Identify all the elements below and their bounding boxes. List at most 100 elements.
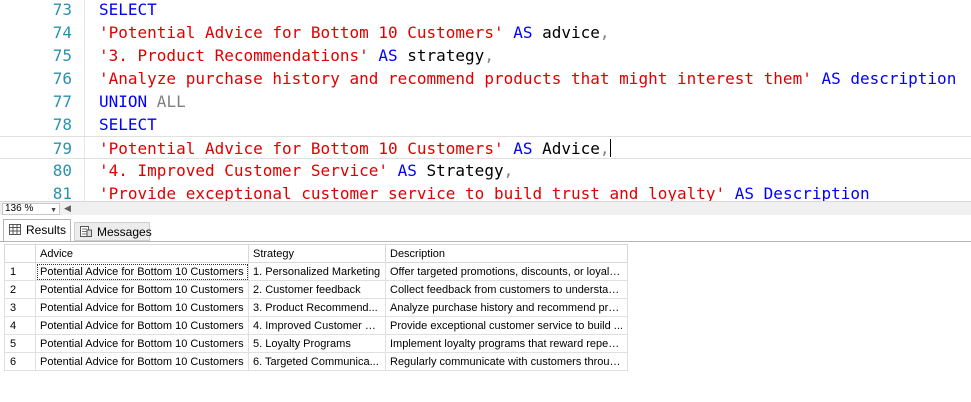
code-token: AS <box>503 23 543 42</box>
grid-header-row: Advice Strategy Description <box>4 244 628 263</box>
code-line[interactable]: 80 '4. Improved Customer Service' AS Stra… <box>0 159 971 182</box>
cell-advice[interactable]: Potential Advice for Bottom 10 Customers <box>35 280 249 299</box>
chevron-down-icon[interactable]: ▼ <box>50 206 57 216</box>
cell-advice[interactable]: Potential Advice for Bottom 10 Customers <box>35 298 249 317</box>
code-token: advice <box>542 23 600 42</box>
code-token: strategy <box>407 46 485 65</box>
code-text: SELECT <box>99 113 157 136</box>
row-number[interactable]: 4 <box>4 316 36 335</box>
row-number[interactable]: 1 <box>4 262 36 281</box>
code-text: UNION ALL <box>99 90 186 113</box>
code-text: 'Analyze purchase history and recommend … <box>99 67 956 90</box>
code-token: , <box>599 23 610 42</box>
cell-strategy[interactable]: 2. Customer feedback <box>248 280 386 299</box>
code-token: Advice <box>542 139 600 158</box>
code-token: 'Analyze purchase history and recommend … <box>99 69 812 88</box>
cell-description[interactable]: Regularly communicate with customers thr… <box>385 352 628 371</box>
code-text: 'Provide exceptional customer service to… <box>99 182 870 201</box>
line-number: 79 <box>52 139 72 158</box>
tab-messages-label: Messages <box>97 225 152 239</box>
code-token: , <box>484 46 494 65</box>
column-header-advice[interactable]: Advice <box>35 244 249 263</box>
table-row: 2 Potential Advice for Bottom 10 Custome… <box>4 280 628 299</box>
table-row: 6 Potential Advice for Bottom 10 Custome… <box>4 352 628 371</box>
cell-description[interactable]: Provide exceptional customer service to … <box>385 316 628 335</box>
code-text: SELECT <box>99 0 157 21</box>
cell-advice[interactable]: Potential Advice for Bottom 10 Customers <box>35 316 249 335</box>
code-line[interactable]: 77 UNION ALL <box>0 90 971 113</box>
code-token: 'Provide exceptional customer service to… <box>99 184 726 201</box>
cell-strategy[interactable]: 6. Targeted Communica... <box>248 352 386 371</box>
code-token: Strategy <box>426 161 504 180</box>
sql-editor[interactable]: 73 SELECT 74 'Potential Advice for Bottom 1… <box>0 0 971 201</box>
text-caret <box>609 139 611 157</box>
code-token: SELECT <box>99 0 157 19</box>
cell-description[interactable]: Implement loyalty programs that reward r… <box>385 334 628 353</box>
cell-advice[interactable]: Potential Advice for Bottom 10 Customers <box>35 352 249 371</box>
cell-advice[interactable]: Potential Advice for Bottom 10 Customers <box>35 262 249 281</box>
row-number[interactable]: 2 <box>4 280 36 299</box>
cell-description[interactable]: Analyze purchase history and recommend p… <box>385 298 628 317</box>
tab-messages[interactable]: Messages <box>74 222 152 241</box>
line-number: 74 <box>52 23 72 42</box>
cell-description[interactable]: Collect feedback from customers to under… <box>385 280 628 299</box>
code-token: AS <box>503 139 543 158</box>
code-token: AS <box>368 46 408 65</box>
line-number: 78 <box>52 115 72 134</box>
messages-icon <box>80 226 92 237</box>
table-row: 3 Potential Advice for Bottom 10 Custome… <box>4 298 628 317</box>
code-token: , <box>503 161 514 180</box>
line-number: 81 <box>52 184 72 201</box>
code-line[interactable]: 79 'Potential Advice for Bottom 10 Custom… <box>0 136 971 159</box>
results-grid: Advice Strategy Description 1 Potential … <box>4 244 628 371</box>
results-grid-pane: Advice Strategy Description 1 Potential … <box>0 241 971 402</box>
code-token: ALL <box>147 92 186 111</box>
scroll-left-icon[interactable]: ◀ <box>64 203 71 214</box>
tab-results-label: Results <box>26 223 67 237</box>
line-number: 75 <box>52 46 72 65</box>
code-token: AS <box>387 161 427 180</box>
code-token: , <box>599 139 610 158</box>
table-row: 1 Potential Advice for Bottom 10 Custome… <box>4 262 628 281</box>
line-number: 73 <box>52 0 72 19</box>
cell-advice[interactable]: Potential Advice for Bottom 10 Customers <box>35 334 249 353</box>
code-token: 'Potential Advice for Bottom 10 Customer… <box>99 23 504 42</box>
zoom-select[interactable]: 136 % ▼ <box>2 203 60 215</box>
cell-strategy[interactable]: 4. Improved Customer S... <box>248 316 386 335</box>
code-text: '4. Improved Customer Service' AS Strate… <box>99 159 513 182</box>
code-token: AS Description <box>725 184 870 201</box>
table-row: 4 Potential Advice for Bottom 10 Custome… <box>4 316 628 335</box>
table-row: 5 Potential Advice for Bottom 10 Custome… <box>4 334 628 353</box>
code-token: '3. Product Recommendations' <box>99 46 369 65</box>
row-number[interactable]: 6 <box>4 352 36 371</box>
code-token: AS description <box>811 69 957 88</box>
line-number: 76 <box>52 69 72 88</box>
code-text: 'Potential Advice for Bottom 10 Customer… <box>99 21 610 44</box>
cell-strategy[interactable]: 1. Personalized Marketing <box>248 262 386 281</box>
grid-corner-header[interactable] <box>4 244 36 263</box>
column-header-strategy[interactable]: Strategy <box>248 244 386 263</box>
code-line[interactable]: 73 SELECT <box>0 0 971 21</box>
column-header-description[interactable]: Description <box>385 244 628 263</box>
line-number: 77 <box>52 92 72 111</box>
code-line[interactable]: 78 SELECT <box>0 113 971 136</box>
tab-results[interactable]: Results <box>3 219 71 241</box>
code-token: UNION <box>99 92 148 111</box>
grid-icon <box>9 224 21 235</box>
code-line[interactable]: 76 'Analyze purchase history and recommen… <box>0 67 971 90</box>
cell-strategy[interactable]: 3. Product Recommend... <box>248 298 386 317</box>
code-line[interactable]: 74 'Potential Advice for Bottom 10 Custom… <box>0 21 971 44</box>
row-number[interactable]: 3 <box>4 298 36 317</box>
row-number[interactable]: 5 <box>4 334 36 353</box>
code-token: SELECT <box>99 115 157 134</box>
editor-zoom-strip: 136 % ▼ ◀ <box>0 201 971 215</box>
code-token: 'Potential Advice for Bottom 10 Customer… <box>99 139 504 158</box>
code-text: '3. Product Recommendations' AS strategy… <box>99 44 494 67</box>
results-tabs: Results Messages <box>0 219 971 241</box>
line-number: 80 <box>52 161 72 180</box>
code-token: '4. Improved Customer Service' <box>99 161 388 180</box>
code-line[interactable]: 75 '3. Product Recommendations' AS strate… <box>0 44 971 67</box>
cell-description[interactable]: Offer targeted promotions, discounts, or… <box>385 262 628 281</box>
cell-strategy[interactable]: 5. Loyalty Programs <box>248 334 386 353</box>
code-line[interactable]: 81 'Provide exceptional customer service … <box>0 182 971 201</box>
